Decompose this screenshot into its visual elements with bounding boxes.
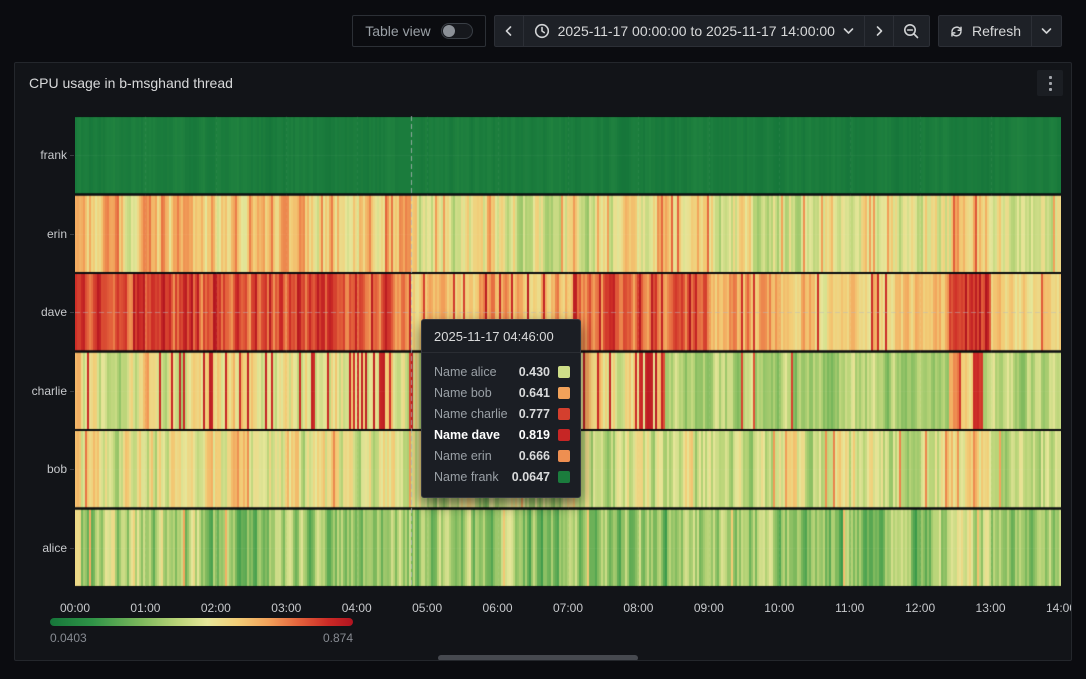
tooltip-body: Name alice0.430Name bob0.641Name charlie… [422, 353, 580, 497]
series-color-swatch [558, 366, 570, 378]
x-axis-label: 04:00 [335, 601, 379, 615]
kebab-icon [1049, 76, 1052, 79]
tooltip-series-row: Name frank0.0647 [434, 466, 570, 487]
zoom-out-icon [903, 23, 920, 40]
tooltip-series-row: Name charlie0.777 [434, 403, 570, 424]
chevron-down-icon [843, 27, 854, 35]
time-range-label: 2025-11-17 00:00:00 to 2025-11-17 14:00:… [558, 23, 835, 39]
chevron-down-icon [1041, 27, 1052, 35]
series-label: Name alice [434, 365, 519, 379]
refresh-group: Refresh [938, 15, 1062, 47]
series-value: 0.819 [519, 428, 550, 442]
y-axis-tick [70, 548, 74, 549]
x-axis-label: 02:00 [194, 601, 238, 615]
refresh-interval-dropdown[interactable] [1031, 15, 1062, 47]
x-axis-label: 11:00 [828, 601, 872, 615]
series-label: Name bob [434, 386, 519, 400]
series-value: 0.777 [519, 407, 550, 421]
y-axis-tick [70, 234, 74, 235]
y-axis-tick [70, 391, 74, 392]
toggle-knob [443, 25, 455, 37]
series-color-swatch [558, 450, 570, 462]
series-color-swatch [558, 471, 570, 483]
horizontal-scrollbar[interactable] [438, 655, 638, 661]
legend-min-label: 0.0403 [50, 631, 87, 645]
series-label: Name dave [434, 428, 519, 442]
series-color-swatch [558, 387, 570, 399]
panel-menu-button[interactable] [1037, 70, 1063, 96]
x-axis-label: 13:00 [969, 601, 1013, 615]
chart-tooltip: 2025-11-17 04:46:00 Name alice0.430Name … [421, 319, 581, 498]
tooltip-title: 2025-11-17 04:46:00 [422, 320, 580, 353]
time-picker-group: 2025-11-17 00:00:00 to 2025-11-17 14:00:… [494, 15, 930, 47]
x-axis-label: 14:00 [1039, 601, 1072, 615]
legend-max-label: 0.874 [323, 631, 353, 645]
tooltip-series-row: Name bob0.641 [434, 382, 570, 403]
time-range-button[interactable]: 2025-11-17 00:00:00 to 2025-11-17 14:00:… [523, 15, 864, 47]
legend-gradient-bar [50, 618, 353, 626]
refresh-label: Refresh [972, 23, 1021, 39]
x-axis-label: 12:00 [898, 601, 942, 615]
series-value: 0.666 [519, 449, 550, 463]
x-axis-label: 08:00 [616, 601, 660, 615]
series-value: 0.641 [519, 386, 550, 400]
y-axis-label-frank: frank [15, 148, 67, 162]
y-axis-tick [70, 312, 74, 313]
table-view-toggle[interactable] [441, 23, 473, 39]
y-axis-label-erin: erin [15, 227, 67, 241]
table-view-control: Table view [352, 15, 485, 47]
tooltip-series-row: Name dave0.819 [434, 424, 570, 445]
tooltip-series-row: Name erin0.666 [434, 445, 570, 466]
time-shift-back-button[interactable] [494, 15, 523, 47]
clock-icon [534, 23, 550, 39]
refresh-button[interactable]: Refresh [938, 15, 1031, 47]
x-axis-label: 01:00 [123, 601, 167, 615]
y-axis-tick [70, 155, 74, 156]
cpu-usage-panel: CPU usage in b-msghand thread frank erin d… [14, 62, 1072, 661]
x-axis-label: 07:00 [546, 601, 590, 615]
y-axis-label-bob: bob [15, 462, 67, 476]
series-label: Name erin [434, 449, 519, 463]
x-axis-label: 06:00 [476, 601, 520, 615]
time-shift-forward-button[interactable] [864, 15, 893, 47]
top-bar: Table view 2025-11-17 00:00:00 to 2025-1… [0, 0, 1086, 62]
refresh-icon [949, 24, 964, 39]
series-label: Name charlie [434, 407, 519, 421]
y-axis-label-charlie: charlie [15, 384, 67, 398]
y-axis-label-dave: dave [15, 305, 67, 319]
x-axis-label: 05:00 [405, 601, 449, 615]
y-axis-label-alice: alice [15, 541, 67, 555]
x-axis-label: 09:00 [687, 601, 731, 615]
y-axis-tick [70, 469, 74, 470]
series-color-swatch [558, 408, 570, 420]
series-value: 0.430 [519, 365, 550, 379]
panel-header: CPU usage in b-msghand thread [15, 63, 1071, 103]
x-axis-label: 03:00 [264, 601, 308, 615]
table-view-label: Table view [365, 23, 430, 39]
chevron-right-icon [874, 25, 884, 37]
series-color-swatch [558, 429, 570, 441]
color-legend: 0.0403 0.874 [50, 618, 353, 645]
chevron-left-icon [504, 25, 514, 37]
x-axis-label: 10:00 [757, 601, 801, 615]
x-axis-label: 00:00 [53, 601, 97, 615]
zoom-out-button[interactable] [893, 15, 930, 47]
tooltip-series-row: Name alice0.430 [434, 361, 570, 382]
series-label: Name frank [434, 470, 512, 484]
series-value: 0.0647 [512, 470, 550, 484]
panel-title: CPU usage in b-msghand thread [29, 75, 1037, 91]
